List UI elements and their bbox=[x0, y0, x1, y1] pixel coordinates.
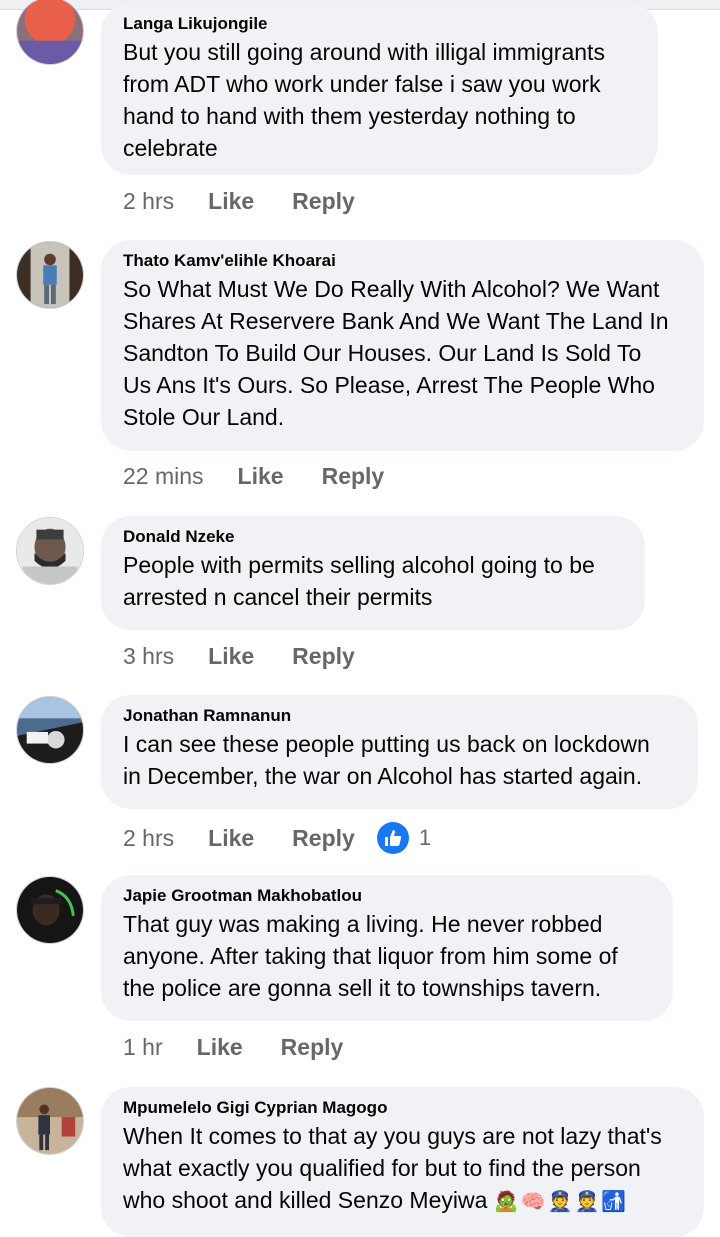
reply-button[interactable]: Reply bbox=[322, 463, 385, 490]
comment-bubble: Donald Nzeke People with permits selling… bbox=[101, 516, 645, 630]
like-button[interactable]: Like bbox=[238, 463, 284, 490]
reply-button[interactable]: Reply bbox=[292, 643, 355, 670]
emoji-sequence: 🧟🧠👮👮🚮 bbox=[493, 1189, 629, 1213]
comment-text: I can see these people putting us back o… bbox=[123, 731, 650, 789]
comment-text: So What Must We Do Really With Alcohol? … bbox=[123, 276, 669, 430]
comment-time[interactable]: 2 hrs bbox=[123, 188, 174, 215]
comment-text-line: who shoot and killed Senzo Meyiwa bbox=[123, 1187, 488, 1213]
like-button[interactable]: Like bbox=[208, 643, 254, 670]
like-button[interactable]: Like bbox=[197, 1034, 243, 1061]
comment-author[interactable]: Donald Nzeke bbox=[123, 525, 621, 549]
thumbs-up-icon bbox=[376, 822, 409, 854]
like-button[interactable]: Like bbox=[208, 825, 254, 852]
comment-author[interactable]: Jonathan Ramnanun bbox=[123, 704, 674, 728]
like-button[interactable]: Like bbox=[208, 188, 254, 215]
comment-text: When It comes to that ay you guys are no… bbox=[123, 1120, 680, 1217]
comment-text: People with permits selling alcohol goin… bbox=[123, 552, 595, 610]
comment-actions: 22 mins Like Reply bbox=[123, 463, 422, 490]
comment-text-line: what exactly you qualified for but to fi… bbox=[123, 1155, 641, 1181]
comment-bubble: Langa Likujongile But you still going ar… bbox=[101, 3, 658, 175]
avatar[interactable] bbox=[16, 0, 84, 65]
comment-author[interactable]: Mpumelelo Gigi Cyprian Magogo bbox=[123, 1096, 680, 1120]
avatar[interactable] bbox=[16, 241, 84, 309]
comment-text-line: When It comes to that ay you guys are no… bbox=[123, 1123, 662, 1149]
avatar[interactable] bbox=[16, 1087, 84, 1155]
comment-time[interactable]: 22 mins bbox=[123, 463, 204, 490]
comment-actions: 3 hrs Like Reply bbox=[123, 643, 393, 670]
reply-button[interactable]: Reply bbox=[292, 188, 355, 215]
reaction-summary[interactable]: 1 bbox=[376, 822, 432, 854]
comment-actions: 1 hr Like Reply bbox=[123, 1034, 381, 1061]
comment-bubble: Mpumelelo Gigi Cyprian Magogo When It co… bbox=[101, 1087, 704, 1237]
reply-button[interactable]: Reply bbox=[281, 1034, 344, 1061]
comment-author[interactable]: Thato Kamv'elihle Khoarai bbox=[123, 249, 680, 273]
avatar[interactable] bbox=[16, 876, 84, 944]
comment-bubble: Japie Grootman Makhobatlou That guy was … bbox=[101, 875, 673, 1021]
reply-button[interactable]: Reply bbox=[292, 825, 355, 852]
comment-bubble: Jonathan Ramnanun I can see these people… bbox=[101, 695, 698, 809]
comment-text: That guy was making a living. He never r… bbox=[123, 911, 618, 1001]
comment-time[interactable]: 2 hrs bbox=[123, 825, 174, 852]
comment-actions: 2 hrs Like Reply 1 bbox=[123, 822, 431, 854]
comment-text: But you still going around with illigal … bbox=[123, 39, 605, 161]
avatar[interactable] bbox=[16, 696, 84, 764]
comment-bubble: Thato Kamv'elihle Khoarai So What Must W… bbox=[101, 240, 704, 451]
comment-actions: 2 hrs Like Reply bbox=[123, 188, 393, 215]
reaction-count: 1 bbox=[418, 825, 432, 850]
comment-author[interactable]: Japie Grootman Makhobatlou bbox=[123, 884, 649, 908]
comment-author[interactable]: Langa Likujongile bbox=[123, 12, 634, 36]
avatar[interactable] bbox=[16, 517, 84, 585]
comment-time[interactable]: 1 hr bbox=[123, 1034, 163, 1061]
comment-time[interactable]: 3 hrs bbox=[123, 643, 174, 670]
